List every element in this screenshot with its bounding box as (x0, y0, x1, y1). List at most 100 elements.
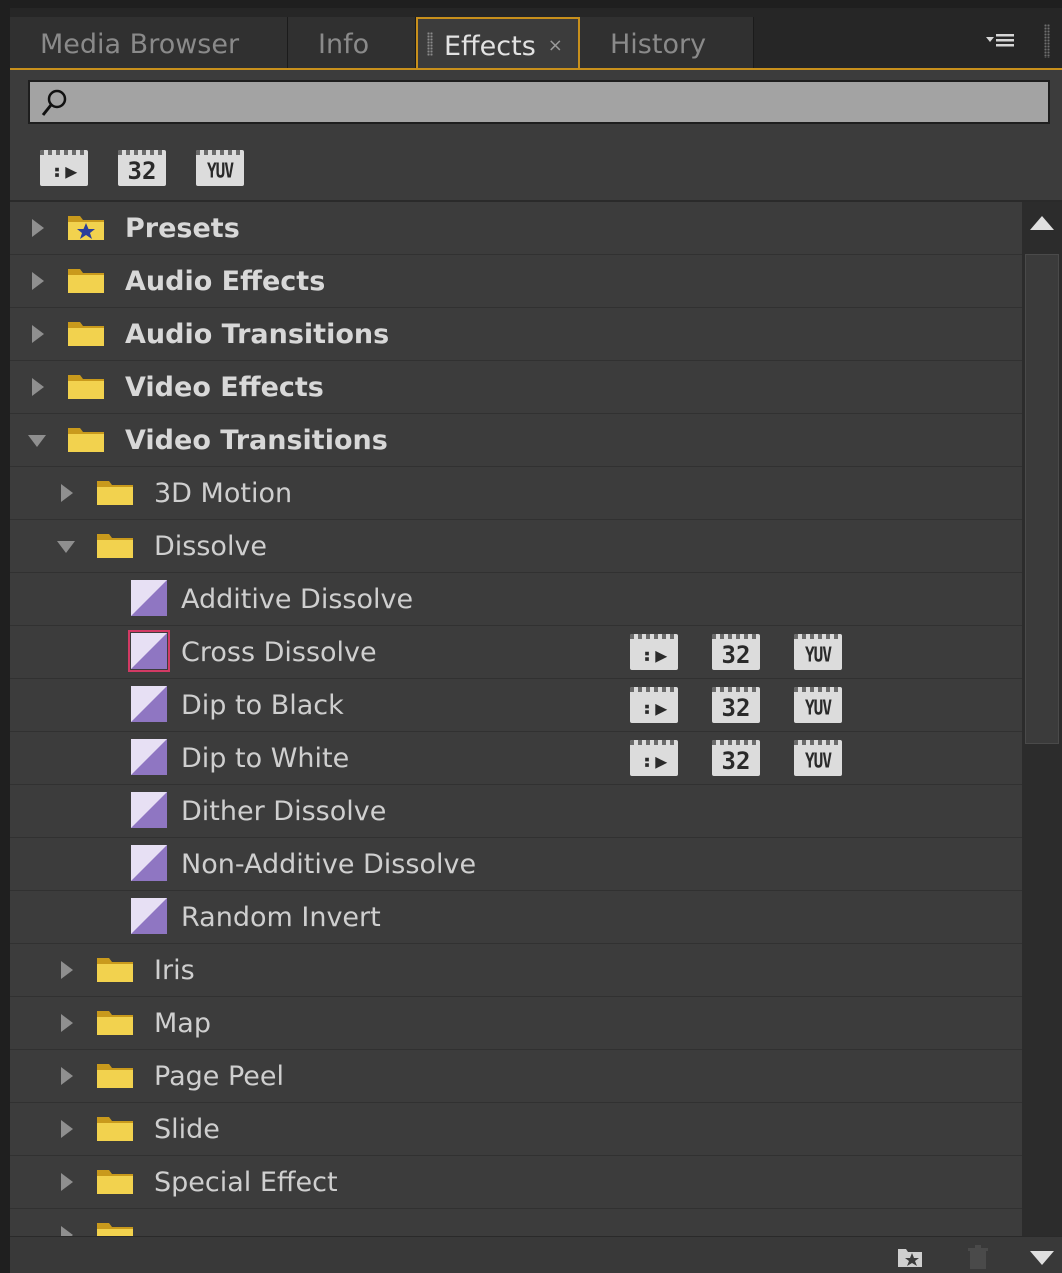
tree-row-presets[interactable]: Presets (10, 202, 1022, 255)
32-bit-filter-button[interactable]: 32 (118, 150, 166, 186)
tab-history[interactable]: History (580, 17, 754, 70)
tree-label: Audio Transitions (125, 319, 390, 350)
tree-row-special-effect[interactable]: Special Effect (10, 1156, 1022, 1209)
tab-bar: Media Browser Info Effects × History (10, 8, 1062, 70)
32-bit-badge: 32 (712, 687, 760, 723)
tree-row-non-additive-dissolve[interactable]: Non-Additive Dissolve (10, 838, 1022, 891)
tab-label: History (610, 29, 707, 60)
search-icon (41, 89, 67, 116)
collapse-arrow-icon[interactable] (55, 534, 77, 558)
expand-arrow-icon[interactable] (28, 216, 50, 240)
tree-label: Additive Dissolve (181, 584, 414, 615)
expand-arrow-icon[interactable] (28, 322, 50, 346)
tree-row-cross-dissolve[interactable]: Cross Dissolve ⠆▶ 32 YUV (10, 626, 1022, 679)
tree-label: Dissolve (154, 531, 268, 562)
scrollbar-thumb[interactable] (1025, 254, 1059, 744)
tab-label: Info (318, 29, 370, 60)
filter-bar: ⠆▶ 32 YUV (10, 136, 1062, 200)
folder-icon (97, 1117, 133, 1141)
tree-row-partial[interactable] (10, 1209, 1022, 1236)
expand-arrow-icon[interactable] (57, 1011, 79, 1035)
folder-icon (68, 269, 104, 293)
tab-effects[interactable]: Effects × (416, 17, 580, 70)
panel-menu-icon[interactable] (980, 26, 1020, 56)
folder-icon (97, 1064, 133, 1088)
search-input[interactable] (78, 86, 1032, 120)
tree-row-dip-to-black[interactable]: Dip to Black ⠆▶ 32 YUV (10, 679, 1022, 732)
tree-row-video-effects[interactable]: Video Effects (10, 361, 1022, 414)
tree-row-dip-to-white[interactable]: Dip to White ⠆▶ 32 YUV (10, 732, 1022, 785)
tree-row-3d-motion[interactable]: 3D Motion (10, 467, 1022, 520)
folder-icon (97, 1170, 133, 1194)
effects-panel: Media Browser Info Effects × History ⠆▶ 3… (10, 8, 1062, 1273)
accelerated-effects-filter-button[interactable]: ⠆▶ (40, 150, 88, 186)
video-transition-icon (131, 898, 167, 934)
video-transition-icon (131, 580, 167, 616)
yuv-filter-button[interactable]: YUV (196, 150, 244, 186)
panel-grip-icon[interactable] (1044, 24, 1050, 58)
video-transition-icon (128, 630, 170, 672)
tree-label: Dip to Black (181, 690, 344, 721)
close-icon[interactable]: × (548, 35, 563, 56)
tab-underline (10, 68, 1062, 70)
tree-label: Random Invert (181, 902, 381, 933)
collapse-arrow-icon[interactable] (26, 428, 48, 452)
tree-label: 3D Motion (154, 478, 293, 509)
expand-arrow-icon[interactable] (57, 481, 79, 505)
tree-label: Iris (154, 955, 195, 986)
presets-folder-icon (68, 216, 104, 240)
tree-label: Dip to White (181, 743, 350, 774)
tab-grip-icon[interactable] (427, 32, 433, 56)
expand-arrow-icon[interactable] (28, 375, 50, 399)
yuv-badge: YUV (794, 740, 842, 776)
video-transition-icon (131, 686, 167, 722)
scroll-down-icon[interactable] (1026, 1243, 1058, 1271)
tree-label: Page Peel (154, 1061, 284, 1092)
tree-label: Cross Dissolve (181, 637, 377, 668)
tree-label: Map (154, 1008, 211, 1039)
yuv-badge: YUV (794, 687, 842, 723)
expand-arrow-icon[interactable] (57, 1064, 79, 1088)
tree-row-slide[interactable]: Slide (10, 1103, 1022, 1156)
tab-label: Effects (444, 31, 536, 62)
expand-arrow-icon[interactable] (28, 269, 50, 293)
folder-icon (68, 375, 104, 399)
folder-icon (97, 958, 133, 982)
scroll-up-icon[interactable] (1022, 202, 1062, 242)
tree-row-iris[interactable]: Iris (10, 944, 1022, 997)
tree-label: Video Effects (125, 372, 324, 403)
tree-label: Audio Effects (125, 266, 326, 297)
tree-row-dissolve[interactable]: Dissolve (10, 520, 1022, 573)
tree-row-audio-transitions[interactable]: Audio Transitions (10, 308, 1022, 361)
tree-label: Special Effect (154, 1167, 338, 1198)
trash-icon[interactable] (964, 1243, 992, 1271)
expand-arrow-icon[interactable] (57, 958, 79, 982)
expand-arrow-icon[interactable] (57, 1170, 79, 1194)
tree-row-map[interactable]: Map (10, 997, 1022, 1050)
tree-row-page-peel[interactable]: Page Peel (10, 1050, 1022, 1103)
vertical-scrollbar[interactable] (1022, 202, 1062, 1236)
tree-row-audio-effects[interactable]: Audio Effects (10, 255, 1022, 308)
tree-row-dither-dissolve[interactable]: Dither Dissolve (10, 785, 1022, 838)
expand-arrow-icon[interactable] (57, 1223, 79, 1236)
new-custom-bin-icon[interactable] (896, 1243, 924, 1271)
folder-icon (97, 1223, 133, 1236)
video-transition-icon (131, 792, 167, 828)
video-transition-icon (131, 739, 167, 775)
tab-info[interactable]: Info (288, 17, 416, 70)
tree-label: Non-Additive Dissolve (181, 849, 477, 880)
accelerated-badge: ⠆▶ (630, 687, 678, 723)
tree-row-additive-dissolve[interactable]: Additive Dissolve (10, 573, 1022, 626)
tree-row-video-transitions[interactable]: Video Transitions (10, 414, 1022, 467)
tree-label: Slide (154, 1114, 220, 1145)
effects-tree: Presets Audio Effects Audio Transitions (10, 202, 1022, 1236)
folder-icon (97, 534, 133, 558)
tab-media-browser[interactable]: Media Browser (10, 17, 288, 70)
search-field[interactable] (28, 80, 1050, 124)
tree-row-random-invert[interactable]: Random Invert (10, 891, 1022, 944)
tree-label: Presets (125, 213, 240, 244)
accelerated-badge: ⠆▶ (630, 634, 678, 670)
tree-label: Video Transitions (125, 425, 388, 456)
expand-arrow-icon[interactable] (57, 1117, 79, 1141)
folder-icon (68, 322, 104, 346)
